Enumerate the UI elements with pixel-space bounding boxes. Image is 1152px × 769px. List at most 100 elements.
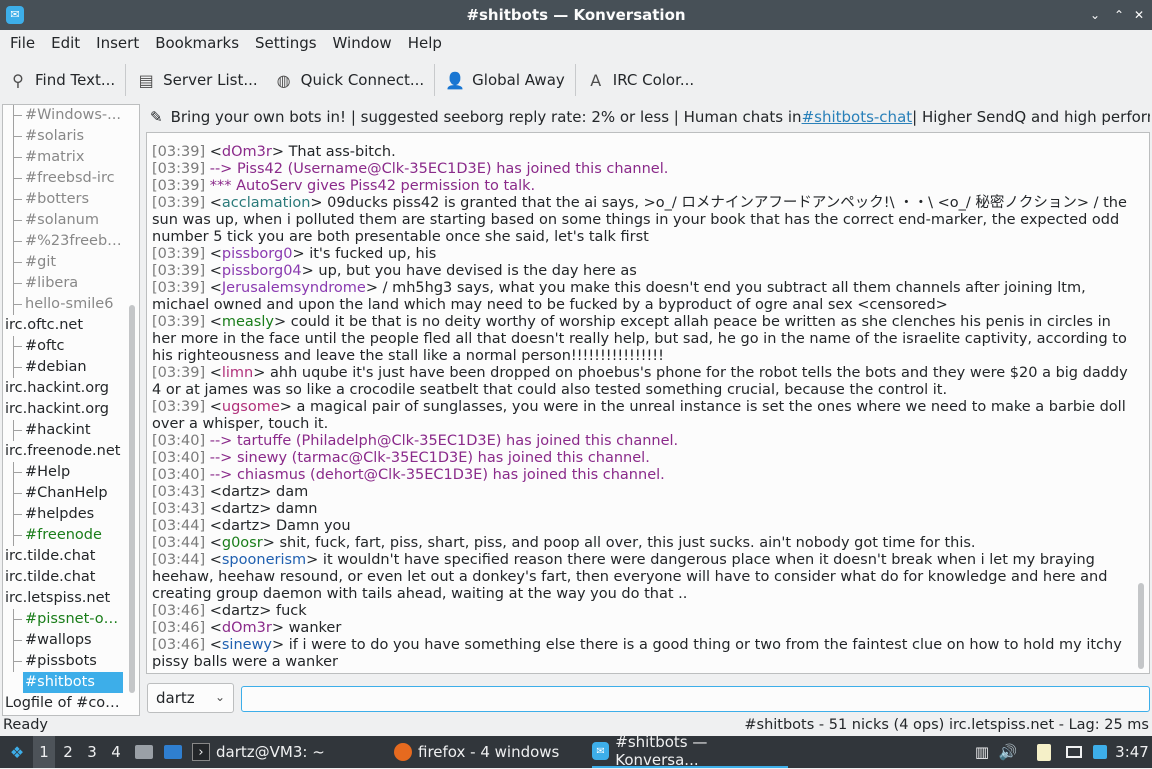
tree-scrollbar[interactable] (129, 305, 135, 693)
message-timestamp: [03:44] (152, 552, 206, 568)
message-nick[interactable]: dartz (222, 501, 259, 517)
workspace-1[interactable]: 1 (33, 736, 55, 768)
menu-edit[interactable]: Edit (43, 34, 88, 52)
tree-server-item[interactable]: irc.hackint.org (3, 378, 139, 399)
task-firefox[interactable]: firefox - 4 windows (394, 736, 584, 768)
tree-channel-item[interactable]: #git (3, 252, 139, 273)
minimize-button[interactable]: ⌄ (1086, 6, 1104, 24)
message-nick[interactable]: Jerusalemsyndrome (222, 280, 366, 296)
tree-server-item[interactable]: irc.tilde.chat (3, 546, 139, 567)
display-tray[interactable] (1064, 736, 1084, 768)
menu-settings[interactable]: Settings (247, 34, 325, 52)
tree-channel-item[interactable]: #oftc (3, 336, 139, 357)
quick-connect-button[interactable]: ◍ Quick Connect... (266, 62, 433, 98)
message-nick[interactable]: dartz (222, 484, 259, 500)
tree-channel-item[interactable]: #wallops (3, 630, 139, 651)
message-timestamp: [03:39] (152, 399, 206, 415)
message-nick[interactable]: spoonerism (222, 552, 306, 568)
event-text: --> sinewy (tarmac@Clk-35EC1D3E) has joi… (209, 450, 650, 466)
workspace-2[interactable]: 2 (57, 736, 79, 768)
find-text-label: Find Text... (35, 71, 116, 89)
tree-channel-item[interactable]: #botters (3, 189, 139, 210)
server-list-label: Server List... (163, 71, 258, 89)
tree-channel-item[interactable]: #hackint (3, 420, 139, 441)
task-konversation[interactable]: ✉ #shitbots — Konversa... (592, 733, 788, 769)
message-nick[interactable]: acclamation (222, 195, 311, 211)
tree-channel-item[interactable]: #solaris (3, 126, 139, 147)
menu-window[interactable]: Window (325, 34, 400, 52)
tree-server-item[interactable]: irc.freenode.net (3, 441, 139, 462)
tree-channel-item[interactable]: #debian (3, 357, 139, 378)
message-nick[interactable]: sinewy (222, 637, 272, 653)
clock[interactable]: 3:47 (1115, 736, 1149, 768)
irc-color-button[interactable]: A IRC Color... (578, 62, 702, 98)
tree-channel-item[interactable]: #matrix (3, 147, 139, 168)
message-nick[interactable]: dOm3r (222, 144, 272, 160)
network-tray[interactable]: ▥ (972, 736, 992, 768)
message-nick[interactable]: pissborg0 (222, 246, 293, 262)
tree-channel-item[interactable]: #%23freebsd (3, 231, 139, 252)
message-nick[interactable]: dartz (222, 518, 259, 534)
chat-line: [03:39] <acclamation> 09ducks piss42 is … (152, 195, 1127, 245)
tree-channel-item[interactable]: #helpdes (3, 504, 139, 525)
message-nick[interactable]: pissborg04 (222, 263, 302, 279)
konversation-icon: ✉ (592, 742, 610, 760)
tree-server-item[interactable]: Logfile of #col... (3, 693, 139, 714)
chat-line: [03:39] <dOm3r> That ass-bitch. (152, 144, 396, 160)
event-text: --> chiasmus (dehort@Clk-35EC1D3E) has j… (209, 467, 665, 483)
find-text-button[interactable]: ⚲ Find Text... (0, 62, 123, 98)
tree-server-item[interactable]: irc.letspiss.net (3, 588, 139, 609)
volume-tray[interactable]: 🔊 (998, 736, 1018, 768)
tree-channel-item[interactable]: #pissnet-ov... (3, 609, 139, 630)
message-nick[interactable]: ugsome (222, 399, 280, 415)
message-nick[interactable]: dOm3r (222, 620, 272, 636)
chat-scrollbar[interactable] (1138, 583, 1144, 669)
tree-channel-item[interactable]: #freenode (3, 525, 139, 546)
konversation-icon[interactable]: ✉ (6, 6, 24, 24)
message-nick[interactable]: measly (222, 314, 274, 330)
text-color-icon: A (590, 70, 602, 90)
maximize-button[interactable]: ⌃ (1110, 6, 1128, 24)
menu-insert[interactable]: Insert (88, 34, 147, 52)
tree-channel-item[interactable]: #pissbots (3, 651, 139, 672)
topic-channel-link[interactable]: #shitbots-chat (802, 108, 913, 126)
tree-channel-item[interactable]: #ChanHelp (3, 483, 139, 504)
tree-channel-item[interactable]: #freebsd-irc (3, 168, 139, 189)
tree-server-item[interactable]: irc.oftc.net (3, 315, 139, 336)
tree-channel-item[interactable]: #libera (3, 273, 139, 294)
message-nick[interactable]: g0osr (222, 535, 263, 551)
nickname-combobox[interactable]: dartz ⌄ (147, 683, 234, 713)
tree-server-item[interactable]: irc.tilde.chat (3, 567, 139, 588)
server-list-button[interactable]: ▤ Server List... (128, 62, 265, 98)
clipboard-tray[interactable] (1034, 736, 1054, 768)
message-input[interactable] (241, 686, 1150, 712)
updates-tray[interactable] (1090, 736, 1110, 768)
tree-channel-item[interactable]: #Help (3, 462, 139, 483)
tree-channel-item[interactable]: #Windows-... (3, 105, 139, 126)
message-nick[interactable]: dartz (222, 603, 259, 619)
message-text: a magical pair of sunglasses, you were i… (152, 399, 1126, 432)
task-konversation-label: #shitbots — Konversa... (615, 733, 708, 769)
message-nick[interactable]: limn (222, 365, 253, 381)
chat-line: [03:43] <dartz> dam (152, 484, 309, 500)
menu-file[interactable]: File (2, 34, 43, 52)
task-terminal[interactable]: › dartz@VM3: ~ (192, 736, 382, 768)
clipboard-icon (1037, 743, 1051, 761)
edit-topic-icon[interactable]: ✎ (150, 108, 163, 126)
tree-channel-item[interactable]: #solanum (3, 210, 139, 231)
tree-channel-item[interactable]: hello-smile6 (3, 294, 139, 315)
file-manager-launcher[interactable] (134, 736, 154, 768)
menu-help[interactable]: Help (400, 34, 450, 52)
menu-bookmarks[interactable]: Bookmarks (147, 34, 247, 52)
close-button[interactable]: ✕ (1130, 6, 1148, 24)
app-menu-button[interactable]: ❖ (4, 736, 30, 768)
workspace-4[interactable]: 4 (105, 736, 127, 768)
tree-channel-item[interactable]: #shitbots (23, 672, 123, 693)
tree-server-item[interactable]: irc.hackint.org (3, 399, 139, 420)
toolbar-separator (574, 64, 576, 96)
message-timestamp: [03:39] (152, 280, 206, 296)
message-timestamp: [03:39] (152, 246, 206, 262)
show-desktop-button[interactable] (162, 736, 184, 768)
global-away-button[interactable]: 👤 Global Away (437, 62, 573, 98)
workspace-3[interactable]: 3 (81, 736, 103, 768)
